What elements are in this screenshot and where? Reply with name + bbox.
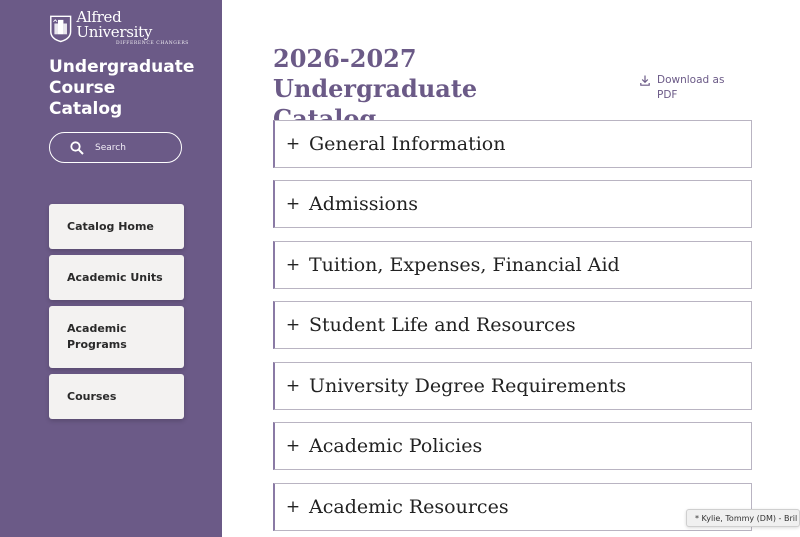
accordion-academic-resources[interactable]: + Academic Resources bbox=[273, 483, 752, 531]
sidebar: Alfred University DIFFERENCE CHANGERS Un… bbox=[0, 0, 222, 537]
expand-icon: + bbox=[285, 134, 301, 154]
chat-notification-toast[interactable]: * Kylie, Tommy (DM) - Bril bbox=[686, 509, 800, 527]
download-icon bbox=[640, 75, 650, 86]
expand-icon: + bbox=[285, 436, 301, 456]
accordion-tuition-expenses-financial-aid[interactable]: + Tuition, Expenses, Financial Aid bbox=[273, 241, 752, 289]
accordion-general-information[interactable]: + General Information bbox=[273, 120, 752, 168]
search-placeholder: Search bbox=[95, 142, 126, 153]
accordion-label: Tuition, Expenses, Financial Aid bbox=[309, 254, 620, 276]
expand-icon: + bbox=[285, 315, 301, 335]
accordion-student-life-and-resources[interactable]: + Student Life and Resources bbox=[273, 301, 752, 349]
brand-tagline: DIFFERENCE CHANGERS bbox=[116, 40, 189, 46]
accordion-label: Academic Resources bbox=[309, 496, 509, 518]
accordion-academic-policies[interactable]: + Academic Policies bbox=[273, 422, 752, 470]
expand-icon: + bbox=[285, 376, 301, 396]
accordion-admissions[interactable]: + Admissions bbox=[273, 180, 752, 228]
download-pdf-link[interactable]: Download as PDF bbox=[640, 73, 750, 103]
search-box[interactable]: Search bbox=[49, 132, 182, 163]
expand-icon: + bbox=[285, 194, 301, 214]
search-icon bbox=[70, 140, 84, 155]
accordion-label: Student Life and Resources bbox=[309, 314, 576, 336]
sidebar-title: Undergraduate Course Catalog bbox=[49, 57, 195, 119]
nav-academic-programs-button[interactable]: Academic Programs bbox=[49, 306, 184, 368]
nav-courses-button[interactable]: Courses bbox=[49, 374, 184, 419]
nav-catalog-home-button[interactable]: Catalog Home bbox=[49, 204, 184, 249]
brand-name: Alfred University bbox=[76, 7, 153, 41]
expand-icon: + bbox=[285, 497, 301, 517]
accordion-label: General Information bbox=[309, 133, 506, 155]
accordion-label: University Degree Requirements bbox=[309, 375, 627, 397]
expand-icon: + bbox=[285, 255, 301, 275]
accordion-label: Academic Policies bbox=[309, 435, 483, 457]
accordion-label: Admissions bbox=[309, 193, 418, 215]
nav-academic-units-button[interactable]: Academic Units bbox=[49, 255, 184, 300]
university-logo[interactable]: Alfred University DIFFERENCE CHANGERS bbox=[49, 7, 189, 46]
accordion-university-degree-requirements[interactable]: + University Degree Requirements bbox=[273, 362, 752, 410]
university-crest-icon bbox=[50, 15, 72, 43]
download-label: Download as PDF bbox=[657, 74, 725, 101]
